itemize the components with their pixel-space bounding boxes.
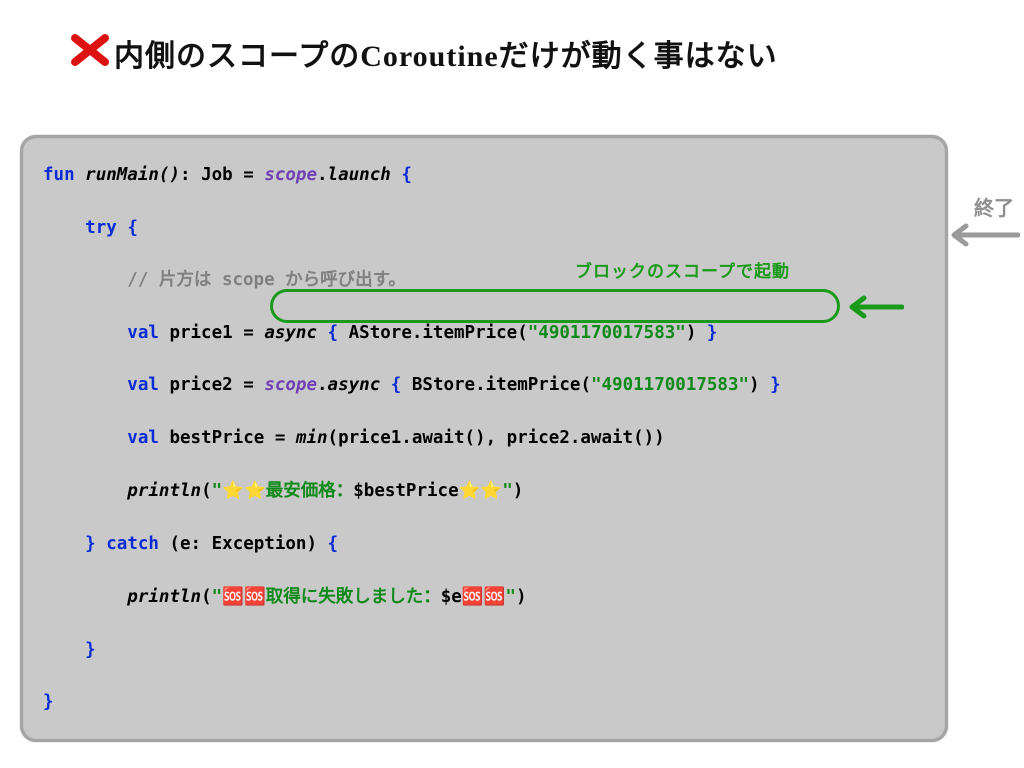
code-container: fun runMain(): Job = scope.launch { try …	[20, 135, 948, 742]
brace: }	[707, 323, 718, 343]
ident-scope: scope	[264, 165, 317, 185]
var-price1: price1	[169, 323, 232, 343]
brace: }	[85, 534, 96, 554]
close: )	[516, 587, 527, 607]
kw-val: val	[127, 375, 159, 395]
close-paren: )	[686, 323, 697, 343]
fn-min: min	[296, 428, 328, 448]
string-literal: "4901170017583"	[591, 375, 749, 395]
comment: // 片方は scope から呼び出す。	[127, 270, 406, 290]
kw-val: val	[127, 323, 159, 343]
sos-icon: 🆘🆘	[222, 586, 266, 606]
brace: {	[127, 218, 138, 238]
eq: =	[275, 428, 286, 448]
fn-println: println	[127, 481, 201, 501]
fn-name: runMain()	[85, 165, 180, 185]
kw-fun: fun	[43, 165, 75, 185]
var-best: bestPrice	[169, 428, 264, 448]
string-literal: "4901170017583"	[528, 323, 686, 343]
quote: "	[502, 481, 513, 501]
ident-scope: scope	[264, 375, 317, 395]
quote: "	[505, 587, 516, 607]
brace: }	[85, 640, 96, 660]
fn-println: println	[127, 587, 201, 607]
quote: "	[212, 481, 223, 501]
quote: "	[212, 587, 223, 607]
arrow-green-icon	[844, 295, 904, 319]
side-note: 終了	[974, 192, 1014, 221]
eq: =	[243, 375, 254, 395]
brace: {	[328, 534, 339, 554]
str-text: 取得に失敗しました：	[266, 587, 441, 607]
brace: {	[328, 323, 339, 343]
min-args: (price1.await(), price2.await())	[328, 428, 665, 448]
close: )	[513, 481, 524, 501]
star-icon: ⭐⭐	[459, 480, 503, 500]
kw-catch: catch	[106, 534, 159, 554]
title-row: 内側のスコープのCoroutineだけが動く事はない	[0, 30, 1024, 75]
eq: =	[243, 323, 254, 343]
kw-val: val	[127, 428, 159, 448]
code-block: fun runMain(): Job = scope.launch { try …	[43, 162, 925, 715]
arrow-gray-icon	[942, 222, 1020, 248]
annotation-label: ブロックのスコープで起動	[575, 257, 790, 282]
interp: $bestPrice	[353, 481, 458, 501]
call: AStore.itemPrice(	[349, 323, 528, 343]
sos-icon: 🆘🆘	[462, 586, 506, 606]
star-icon: ⭐⭐	[222, 480, 266, 500]
brace: }	[770, 375, 781, 395]
slide-title: 内側のスコープのCoroutineだけが動く事はない	[114, 31, 778, 75]
dot: .	[317, 165, 328, 185]
dot: .	[317, 375, 328, 395]
catch-args: (e: Exception)	[169, 534, 317, 554]
call: BStore.itemPrice(	[412, 375, 591, 395]
eq: =	[243, 165, 254, 185]
var-price2: price2	[169, 375, 232, 395]
fn-async: async	[328, 375, 381, 395]
close-paren: )	[749, 375, 760, 395]
interp: $e	[441, 587, 462, 607]
type-job: Job	[201, 165, 233, 185]
kw-try: try	[85, 218, 117, 238]
brace: {	[401, 165, 412, 185]
brace: {	[391, 375, 402, 395]
slide: 内側のスコープのCoroutineだけが動く事はない 終了 fun runMai…	[0, 0, 1024, 768]
fn-async: async	[264, 323, 317, 343]
str-text: 最安価格：	[266, 481, 354, 501]
open: (	[201, 481, 212, 501]
fn-launch: launch	[328, 165, 391, 185]
cross-icon	[70, 30, 114, 75]
code-box: fun runMain(): Job = scope.launch { try …	[20, 135, 948, 742]
open: (	[201, 587, 212, 607]
brace: }	[43, 692, 54, 712]
